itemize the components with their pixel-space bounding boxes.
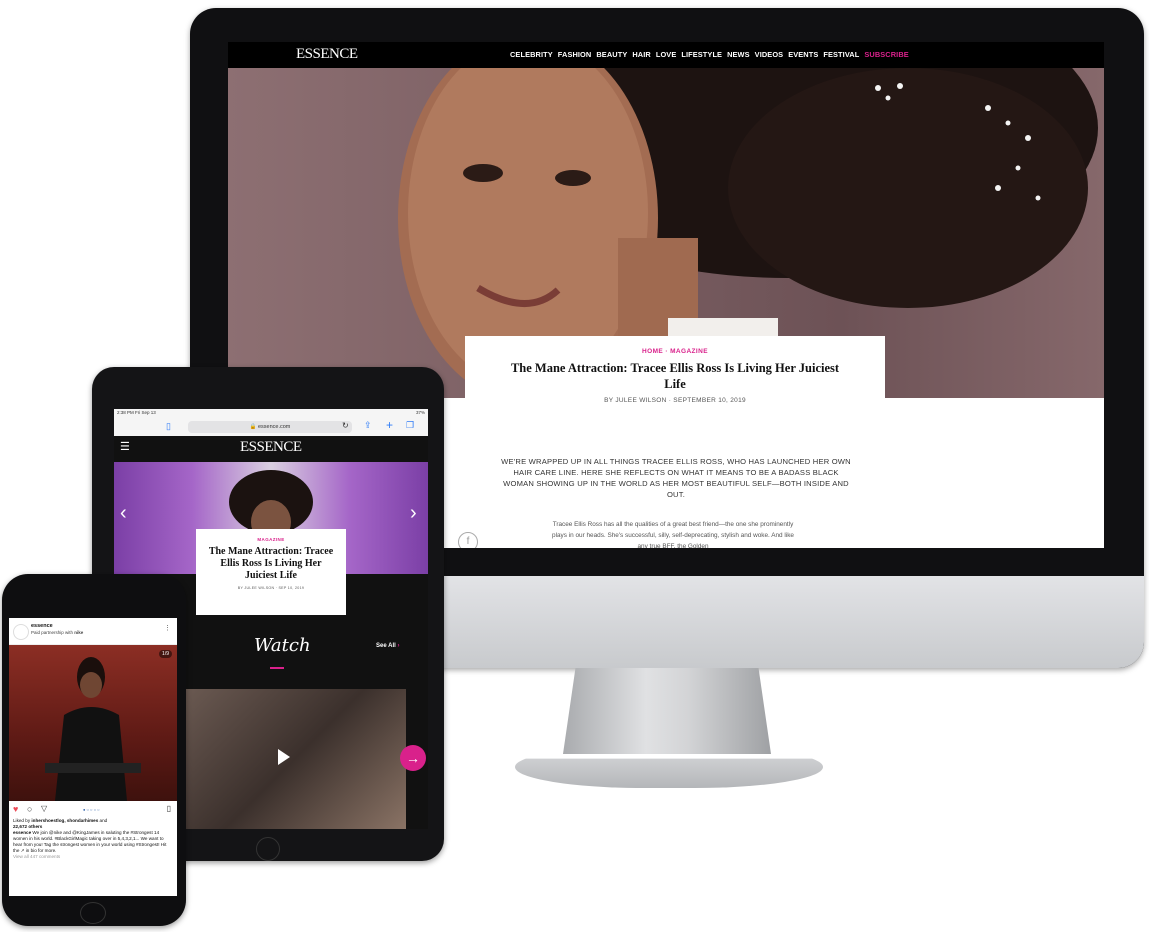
lock-icon: 🔒 [249,424,257,430]
carousel-dots: ● ○ ○ ○ ○ [83,807,100,812]
monitor-stand [563,668,771,754]
nav-item-beauty[interactable]: BEAUTY [596,50,627,59]
status-time: 2:38 PM Fri Sep 13 [117,410,156,415]
likes-and: and [98,818,108,823]
comment-icon[interactable]: ○ [27,804,32,814]
tablet-status-bar: 2:38 PM Fri Sep 13 37% [114,409,428,418]
nav-item-news[interactable]: NEWS [727,50,750,59]
partnership-label: Paid partnership with [31,630,75,635]
nav-menu: CELEBRITY FASHION BEAUTY HAIR LOVE LIFES… [510,50,909,59]
post-photo[interactable]: 1/9 [9,645,177,801]
nav-item-events[interactable]: EVENTS [788,50,818,59]
bookmarks-icon[interactable]: ▯ [166,421,171,432]
new-tab-icon[interactable]: + [386,418,393,432]
post-photo-art [45,657,141,801]
tablet-headline: The Mane Attraction: Tracee Ellis Ross I… [208,546,334,581]
tablet-breadcrumb[interactable]: MAGAZINE [196,537,346,542]
watch-section-title: Watch [254,635,311,656]
more-options-icon[interactable]: ⋮ [164,624,171,632]
article-byline: BY JULEE WILSON · SEPTEMBER 10, 2019 [604,397,746,404]
phone-screen: essence Paid partnership with nike ⋮ 1/9… [9,618,177,896]
tablet-site-header: ☰ ESSENCE [114,436,428,462]
likers[interactable]: inhershoestlog, shondarhimes [31,818,98,823]
heart-icon[interactable]: ♥ [13,804,18,814]
nav-item-celebrity[interactable]: CELEBRITY [510,50,553,59]
partner-name[interactable]: nike [74,630,83,635]
tablet-article-card[interactable]: MAGAZINE The Mane Attraction: Tracee Ell… [196,529,346,615]
video-thumbnail[interactable] [184,689,406,829]
post-actions: ♥ ○ ▽ ● ○ ○ ○ ○ ▯ [9,804,177,818]
nav-item-videos[interactable]: VIDEOS [755,50,784,59]
likes-label: Liked by [13,818,32,823]
article-body-text: Tracee Ellis Ross has all the qualities … [552,521,794,548]
caption-text: We join @nike and @KingJames in saluting… [13,830,167,853]
bookmark-icon[interactable]: ▯ [167,804,171,813]
phone-device: essence Paid partnership with nike ⋮ 1/9… [2,574,186,926]
nav-item-fashion[interactable]: FASHION [558,50,592,59]
url-text: essence.com [257,424,291,430]
post-header: essence Paid partnership with nike ⋮ [9,618,177,645]
nav-item-festival[interactable]: FESTIVAL [823,50,859,59]
arrow-right-icon: › [397,643,400,649]
tablet-byline: BY JULEE WILSON · SEP 10, 2019 [237,586,305,590]
breadcrumb[interactable]: HOME · MAGAZINE [465,348,885,355]
caption-line: essence We join @nike and @KingJames in … [13,830,173,854]
tablet-home-button[interactable] [256,837,280,861]
reload-icon[interactable]: ↻ [342,421,349,430]
site-navbar: ESSENCE CELEBRITY FASHION BEAUTY HAIR LO… [228,42,1104,68]
post-caption: Liked by inhershoestlog, shondarhimes an… [13,818,173,860]
carousel-prev-icon[interactable]: ‹ [120,502,127,525]
nav-item-lifestyle[interactable]: LIFESTYLE [681,50,722,59]
subscribe-link[interactable]: SUBSCRIBE [864,50,908,59]
partnership-line: Paid partnership with nike [31,630,83,635]
photo-counter: 1/9 [159,650,172,658]
view-comments-link[interactable]: View all 447 comments [13,854,173,860]
battery-level: 37% [415,410,425,415]
likes-count[interactable]: 22,672 others [13,824,42,829]
caption-user[interactable]: essence [13,830,31,835]
next-video-button[interactable]: → [400,745,426,771]
nav-item-hair[interactable]: HAIR [632,50,650,59]
account-name[interactable]: essence [31,623,53,629]
carousel-next-icon[interactable]: › [410,502,417,525]
tabs-icon[interactable]: ❐ [406,420,414,431]
nav-item-love[interactable]: LOVE [656,50,677,59]
article-title-card: HOME · MAGAZINE The Mane Attraction: Tra… [465,336,885,426]
article-dek: WE'RE WRAPPED UP IN ALL THINGS TRACEE EL… [501,457,851,499]
site-logo[interactable]: ESSENCE [296,46,358,63]
send-icon[interactable]: ▽ [41,804,47,813]
url-bar[interactable]: 🔒 essence.com [188,421,352,433]
share-icon[interactable]: ⇪ [364,420,372,431]
avatar[interactable] [13,624,29,640]
title-underline [270,667,284,669]
see-all-label: See All [376,643,396,649]
play-icon[interactable] [278,749,290,765]
see-all-link[interactable]: See All › [376,643,399,649]
browser-toolbar: ▯ 🔒 essence.com ↻ ⇪ + ❐ [114,418,428,437]
menu-icon[interactable]: ☰ [120,440,130,453]
phone-home-button[interactable] [80,902,106,924]
article-headline: The Mane Attraction: Tracee Ellis Ross I… [510,361,840,391]
facebook-icon[interactable]: f [458,532,478,548]
tablet-site-logo[interactable]: ESSENCE [240,439,302,456]
